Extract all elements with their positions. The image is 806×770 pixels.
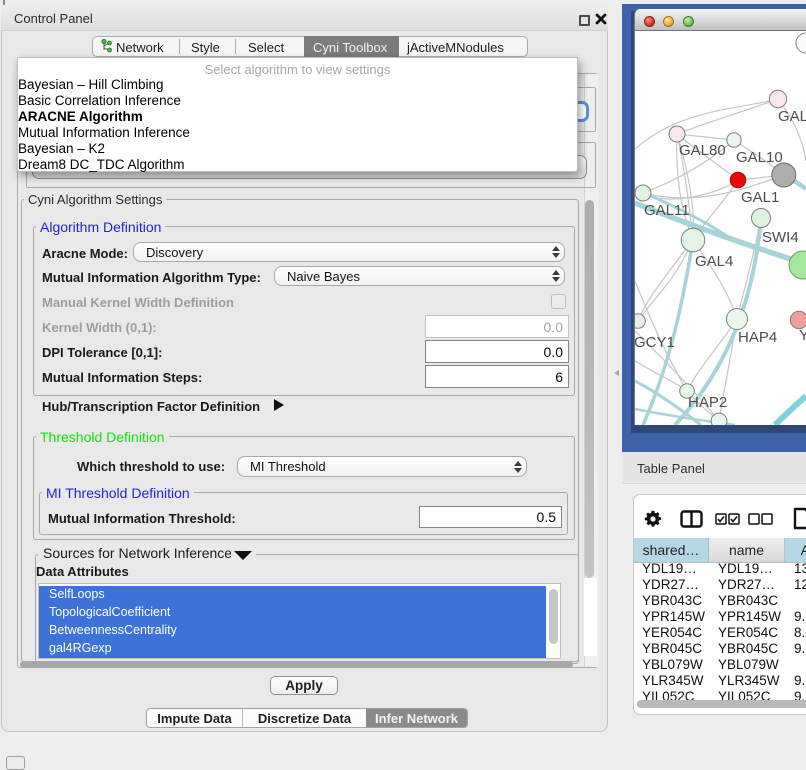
svg-text:GAL2: GAL2 — [778, 108, 806, 125]
svg-text:HAP2: HAP2 — [688, 394, 727, 411]
svg-text:GAL80: GAL80 — [679, 142, 726, 159]
svg-text:GAL4: GAL4 — [695, 253, 733, 270]
svg-text:HAP4: HAP4 — [738, 329, 777, 346]
svg-text:Y: Y — [799, 327, 806, 344]
svg-text:GAL1: GAL1 — [741, 189, 779, 206]
svg-text:GAL11: GAL11 — [644, 202, 690, 219]
svg-text:SWI4: SWI4 — [762, 229, 799, 246]
svg-text:GCY1: GCY1 — [635, 334, 675, 351]
svg-text:GAL10: GAL10 — [736, 149, 783, 166]
